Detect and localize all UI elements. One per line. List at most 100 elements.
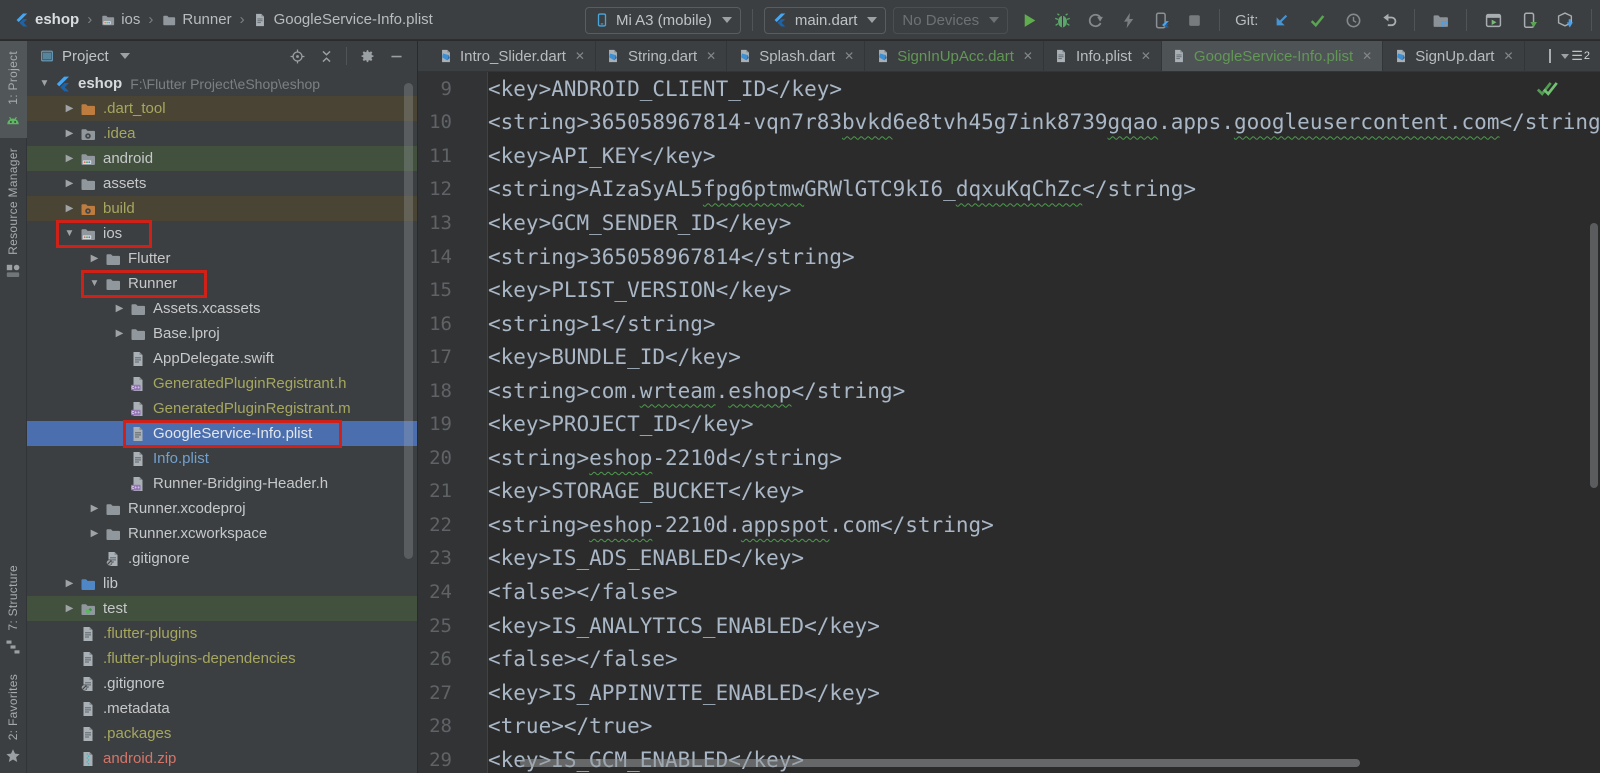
tree-row-assets-xcassets[interactable]: ▶Assets.xcassets	[27, 296, 417, 321]
tree-row-info-plist[interactable]: Info.plist	[27, 446, 417, 471]
tree-row--metadata[interactable]: .metadata	[27, 696, 417, 721]
tree-row-runner[interactable]: ▼Runner	[27, 271, 417, 296]
tree-row-runner-bridging-header-h[interactable]: C++Runner-Bridging-Header.h	[27, 471, 417, 496]
list-icon: ☰	[1571, 48, 1582, 64]
debug-button[interactable]	[1048, 6, 1076, 34]
collapsed-arrow-icon[interactable]: ▶	[61, 603, 78, 614]
close-tab-icon[interactable]: ✕	[575, 49, 585, 63]
device-manager-button[interactable]	[1515, 6, 1543, 34]
vertical-scrollbar[interactable]	[1590, 223, 1598, 488]
hidden-tabs-button[interactable]: ☰ 2	[1561, 48, 1590, 64]
project-panel-title[interactable]: Project	[62, 48, 109, 65]
run-config-selector[interactable]: main.dart	[764, 7, 887, 34]
inspections-ok-icon[interactable]	[1536, 78, 1558, 98]
tree-row-runner-xcworkspace[interactable]: ▶Runner.xcworkspace	[27, 521, 417, 546]
tree-row-content: ▶build	[60, 199, 145, 219]
run-toolwindow-button[interactable]	[1479, 6, 1507, 34]
tree-row--flutter-plugins-dependencies[interactable]: .flutter-plugins-dependencies	[27, 646, 417, 671]
collapsed-arrow-icon[interactable]: ▶	[111, 328, 128, 339]
editor-tab-info-plist[interactable]: Info.plist✕	[1044, 41, 1162, 71]
tree-row--flutter-plugins[interactable]: .flutter-plugins	[27, 621, 417, 646]
tree-row--packages[interactable]: .packages	[27, 721, 417, 746]
collapsed-arrow-icon[interactable]: ▶	[111, 303, 128, 314]
breadcrumb-item[interactable]: ios	[100, 11, 140, 28]
strip-tab-resource-manager[interactable]: Resource Manager	[0, 138, 27, 288]
editor-tab-string-dart[interactable]: String.dart✕	[596, 41, 727, 71]
locate-file-button[interactable]	[288, 47, 306, 65]
collapsed-arrow-icon[interactable]: ▶	[61, 203, 78, 214]
hide-panel-button[interactable]	[387, 47, 405, 65]
editor-tab-signup-dart[interactable]: SignUp.dart✕	[1383, 41, 1524, 71]
run-button[interactable]	[1015, 6, 1043, 34]
tree-row-assets[interactable]: ▶assets	[27, 171, 417, 196]
strip-tab-label: Resource Manager	[6, 148, 20, 255]
collapsed-arrow-icon[interactable]: ▶	[86, 253, 103, 264]
tree-row--dart-tool[interactable]: ▶.dart_tool	[27, 96, 417, 121]
tree-row-content: ▶Assets.xcassets	[110, 299, 271, 319]
breadcrumb-item[interactable]: GoogleService-Info.plist	[253, 11, 433, 28]
stop-button[interactable]	[1180, 6, 1208, 34]
close-tab-icon[interactable]: ✕	[1023, 49, 1033, 63]
tree-row-eshop[interactable]: ▼eshopF:\Flutter Project\eShop\eshop	[27, 71, 417, 96]
sdk-manager-button[interactable]	[1551, 6, 1579, 34]
tree-row-lib[interactable]: ▶lib	[27, 571, 417, 596]
device-selector[interactable]: Mi A3 (mobile)	[585, 7, 741, 34]
tree-row-flutter[interactable]: ▶Flutter	[27, 246, 417, 271]
close-tab-icon[interactable]: ✕	[844, 49, 854, 63]
editor-tab-intro-slider-dart[interactable]: Intro_Slider.dart✕	[428, 41, 596, 71]
tree-row--gitignore[interactable]: .gitignore	[27, 546, 417, 571]
collapsed-arrow-icon[interactable]: ▶	[86, 528, 103, 539]
tree-row--idea[interactable]: ▶.idea	[27, 121, 417, 146]
tree-row-build[interactable]: ▶build	[27, 196, 417, 221]
close-tab-icon[interactable]: ✕	[706, 49, 716, 63]
editor-tab-signinupacc-dart[interactable]: SignInUpAcc.dart✕	[865, 41, 1044, 71]
git-rollback-button[interactable]	[1375, 6, 1403, 34]
tree-row--gitignore[interactable]: .gitignore	[27, 671, 417, 696]
project-structure-button[interactable]	[1426, 6, 1454, 34]
flutter-attach-button[interactable]	[1147, 6, 1175, 34]
collapsed-arrow-icon[interactable]: ▶	[86, 503, 103, 514]
tree-row-generatedpluginregistrant-h[interactable]: C++GeneratedPluginRegistrant.h	[27, 371, 417, 396]
tree-row-android-zip[interactable]: android.zip	[27, 746, 417, 771]
tree-row-generatedpluginregistrant-m[interactable]: C++GeneratedPluginRegistrant.m	[27, 396, 417, 421]
editor-tab-splash-dart[interactable]: Splash.dart✕	[727, 41, 865, 71]
git-history-button[interactable]	[1339, 6, 1367, 34]
folder-icon	[103, 275, 123, 293]
git-update-button[interactable]	[1267, 6, 1295, 34]
tree-row-test[interactable]: ▶test	[27, 596, 417, 621]
editor-tab-googleservice-info-plist[interactable]: GoogleService-Info.plist✕	[1162, 41, 1383, 71]
expanded-arrow-icon[interactable]: ▼	[36, 78, 53, 89]
git-commit-button[interactable]	[1303, 6, 1331, 34]
expanded-arrow-icon[interactable]: ▼	[61, 228, 78, 239]
tree-row-googleservice-info-plist[interactable]: GoogleService-Info.plist	[27, 421, 417, 446]
close-tab-icon[interactable]: ✕	[1503, 49, 1513, 63]
tree-row-base-lproj[interactable]: ▶Base.lproj	[27, 321, 417, 346]
strip-tab--favorites[interactable]: 2: Favorites	[0, 664, 27, 773]
profile-button[interactable]	[1081, 6, 1109, 34]
panel-settings-button[interactable]	[358, 47, 376, 65]
collapsed-arrow-icon[interactable]: ▶	[61, 178, 78, 189]
project-view-icon	[39, 49, 54, 64]
strip-tab--project[interactable]: 1: Project	[0, 41, 27, 138]
close-tab-icon[interactable]: ✕	[1362, 49, 1372, 63]
tree-row-runner-xcodeproj[interactable]: ▶Runner.xcodeproj	[27, 496, 417, 521]
tree-row-appdelegate-swift[interactable]: AppDelegate.swift	[27, 346, 417, 371]
project-tree-scrollbar[interactable]	[404, 83, 413, 559]
chevron-down-icon[interactable]	[120, 53, 130, 59]
collapsed-arrow-icon[interactable]: ▶	[61, 103, 78, 114]
target-device-selector[interactable]: No Devices	[893, 7, 1008, 34]
tree-row-ios[interactable]: ▼ios	[27, 221, 417, 246]
strip-tab--structure[interactable]: 7: Structure	[0, 555, 27, 664]
tree-row-android[interactable]: ▶android	[27, 146, 417, 171]
breadcrumb-item[interactable]: Runner	[161, 11, 231, 28]
collapse-all-button[interactable]	[317, 47, 335, 65]
code-editor[interactable]: 9<key>ANDROID_CLIENT_ID</key>10<string>3…	[418, 72, 1600, 773]
expanded-arrow-icon[interactable]: ▼	[86, 278, 103, 289]
breadcrumb-item[interactable]: eshop	[14, 11, 79, 28]
collapsed-arrow-icon[interactable]: ▶	[61, 128, 78, 139]
collapsed-arrow-icon[interactable]: ▶	[61, 578, 78, 589]
collapsed-arrow-icon[interactable]: ▶	[61, 153, 78, 164]
horizontal-scrollbar[interactable]	[520, 759, 1360, 767]
apply-changes-button[interactable]	[1114, 6, 1142, 34]
close-tab-icon[interactable]: ✕	[1141, 49, 1151, 63]
